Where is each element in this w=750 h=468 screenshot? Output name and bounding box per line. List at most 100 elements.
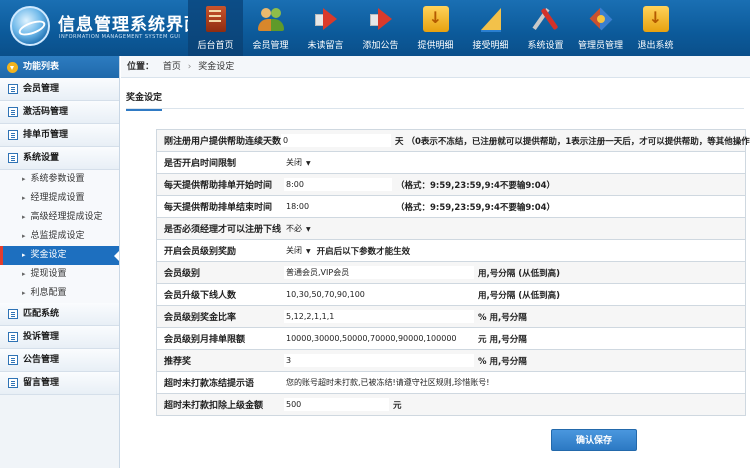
sidebar-subitem-system-params[interactable]: ▸ 系统参数设置 [0,170,119,189]
collapse-icon [7,61,18,73]
monthly-limit-input[interactable]: 10000,30000,50000,70000,90000,100000 [284,332,474,345]
sidebar-item-label: 激活码管理 [23,107,69,117]
sidebar-subitem-bonus-settings[interactable]: ▸ 奖金设定 [0,246,119,265]
field-label: 会员级别月排单限额 [164,335,246,345]
arrow-right-icon: ▸ [22,213,26,221]
sidebar-item-complaint[interactable]: 投诉管理 [0,326,119,349]
nav-admin-management[interactable]: 管理员管理 [573,0,628,56]
form-row: 是否必须经理才可以注册下线 不必 ▼ [156,218,746,240]
book-icon [205,6,226,32]
field-label: 每天提供帮助排单结束时间 [164,203,273,213]
logo-icon [10,6,50,46]
sidebar-subitem-label: 总监提成设定 [30,231,85,241]
field-note: 天 （0表示不冻结，已注册就可以提供帮助，1表示注册一天后，才可以提供帮助，等其… [395,136,750,147]
referral-bonus-input[interactable]: 3 [284,354,474,367]
form-row: 会员级别 普通会员,VIP会员 用,号分隔 (从低到高) [156,262,746,284]
field-note: 开启后以下参数才能生效 [316,246,411,257]
form-row: 会员级别奖金比率 5,12,2,1,1,1 % 用,号分隔 [156,306,746,328]
field-label: 会员升级下线人数 [164,291,237,301]
sidebar-item-activation[interactable]: 激活码管理 [0,101,119,124]
sidebar-header-label: 功能列表 [23,62,60,72]
app-subtitle: INFORMATION MANAGEMENT SYSTEM GUI [59,34,181,40]
sidebar-subitem-label: 提现设置 [30,269,67,279]
section-divider [126,108,744,109]
form-row: 刚注册用户提供帮助连续天数 0 天 （0表示不冻结，已注册就可以提供帮助，1表示… [156,130,750,152]
breadcrumb: 位置： 首页 › 奖金设定 [121,56,750,78]
deduct-amount-input[interactable]: 500 [284,398,389,411]
sidebar-subitem-label: 利息配置 [30,288,67,298]
member-levels-input[interactable]: 普通会员,VIP会员 [284,266,474,279]
nav-provide-detail[interactable]: 提供明细 [408,0,463,56]
nav-label: 提供明细 [417,41,454,51]
upgrade-count-input[interactable]: 10,30,50,70,90,100 [284,288,474,301]
sidebar-subitem-director-commission[interactable]: ▸ 总监提成设定 [0,227,119,246]
sidebar-item-matching[interactable]: 匹配系统 [0,303,119,326]
sidebar-subitem-senior-manager-commission[interactable]: ▸ 高级经理提成设定 [0,208,119,227]
arrow-right-icon: ▸ [22,175,26,183]
form-row: 是否开启时间限制 关闭 ▼ [156,152,746,174]
sidebar-item-notice[interactable]: 公告管理 [0,349,119,372]
sidebar-subitem-withdraw-settings[interactable]: ▸ 提现设置 [0,265,119,284]
sidebar-header[interactable]: 功能列表 [0,56,119,78]
arrow-right-icon: ▸ [22,251,26,259]
sidebar-item-label: 匹配系统 [23,309,60,319]
field-note: 用,号分隔 (从低到高) [478,268,560,279]
nav-unread-messages[interactable]: 未读留言 [298,0,353,56]
nav-system-settings[interactable]: 系统设置 [518,0,573,56]
freeze-days-input[interactable]: 0 [281,134,392,147]
sidebar-item-queue-coin[interactable]: 排单币管理 [0,124,119,147]
dropdown-icon: ▼ [306,226,311,233]
field-note: % 用,号分隔 [478,312,527,323]
megaphone-icon [368,6,394,32]
nav-label: 未读留言 [307,41,344,51]
breadcrumb-label: 位置： [127,62,155,72]
field-note: （格式：9:59,23:59,9:4不要输9:04） [396,202,556,213]
bonus-rate-input[interactable]: 5,12,2,1,1,1 [284,310,474,323]
list-icon [8,130,18,140]
nav-add-notice[interactable]: 添加公告 [353,0,408,56]
sidebar-subitem-label: 高级经理提成设定 [30,212,103,222]
sidebar-item-label: 留言管理 [23,378,60,388]
sidebar-item-members[interactable]: 会员管理 [0,78,119,101]
top-header: 信息管理系统界面 INFORMATION MANAGEMENT SYSTEM G… [0,0,750,56]
sidebar-item-label: 投诉管理 [23,332,60,342]
list-icon [8,84,18,94]
field-note: 元 用,号分隔 [478,334,527,345]
sidebar-item-message[interactable]: 留言管理 [0,372,119,395]
nav-label: 退出系统 [637,41,674,51]
nav-receive-detail[interactable]: 接受明细 [463,0,518,56]
save-button[interactable]: 确认保存 [551,429,637,451]
list-icon [8,107,18,117]
folder-download-icon [422,6,449,32]
sidebar-item-system[interactable]: 系统设置 [0,147,119,170]
users-icon [257,6,284,32]
breadcrumb-home-link[interactable]: 首页 [163,62,181,72]
field-label: 会员级别奖金比率 [164,313,237,323]
sidebar-subitem-label: 奖金设定 [30,250,67,260]
nav-home[interactable]: 后台首页 [188,0,243,56]
field-label: 每天提供帮助排单开始时间 [164,181,273,191]
nav-label: 后台首页 [197,41,234,51]
time-limit-select[interactable]: 关闭 ▼ [284,157,313,168]
end-time-input[interactable]: 18:00 [284,200,392,213]
start-time-input[interactable]: 8:00 [284,178,392,191]
require-manager-select[interactable]: 不必 ▼ [284,223,313,234]
list-icon [8,153,18,163]
nav-members[interactable]: 会员管理 [243,0,298,56]
sidebar-subitem-label: 系统参数设置 [30,174,85,184]
field-label: 超时未打款冻结提示语 [164,379,255,389]
nav-label: 管理员管理 [577,41,623,51]
select-value: 关闭 [286,158,302,167]
nav-logout[interactable]: 退出系统 [628,0,683,56]
arrow-right-icon: ▸ [22,232,26,240]
sidebar-item-label: 排单币管理 [23,130,69,140]
level-reward-select[interactable]: 关闭 ▼ [284,245,313,256]
breadcrumb-separator: › [187,62,192,72]
sidebar-subitem-interest-config[interactable]: ▸ 利息配置 [0,284,119,303]
freeze-message-input[interactable]: 您的账号超时未打款,已被冻结!请遵守社区规则,珍惜账号! [284,376,739,389]
field-label: 开启会员级别奖励 [164,247,237,257]
sidebar-subitem-manager-commission[interactable]: ▸ 经理提成设置 [0,189,119,208]
field-note: （格式：9:59,23:59,9:4不要输9:04） [396,180,556,191]
edit-icon [8,378,18,388]
form-row: 超时未打款冻结提示语 您的账号超时未打款,已被冻结!请遵守社区规则,珍惜账号! [156,372,746,394]
